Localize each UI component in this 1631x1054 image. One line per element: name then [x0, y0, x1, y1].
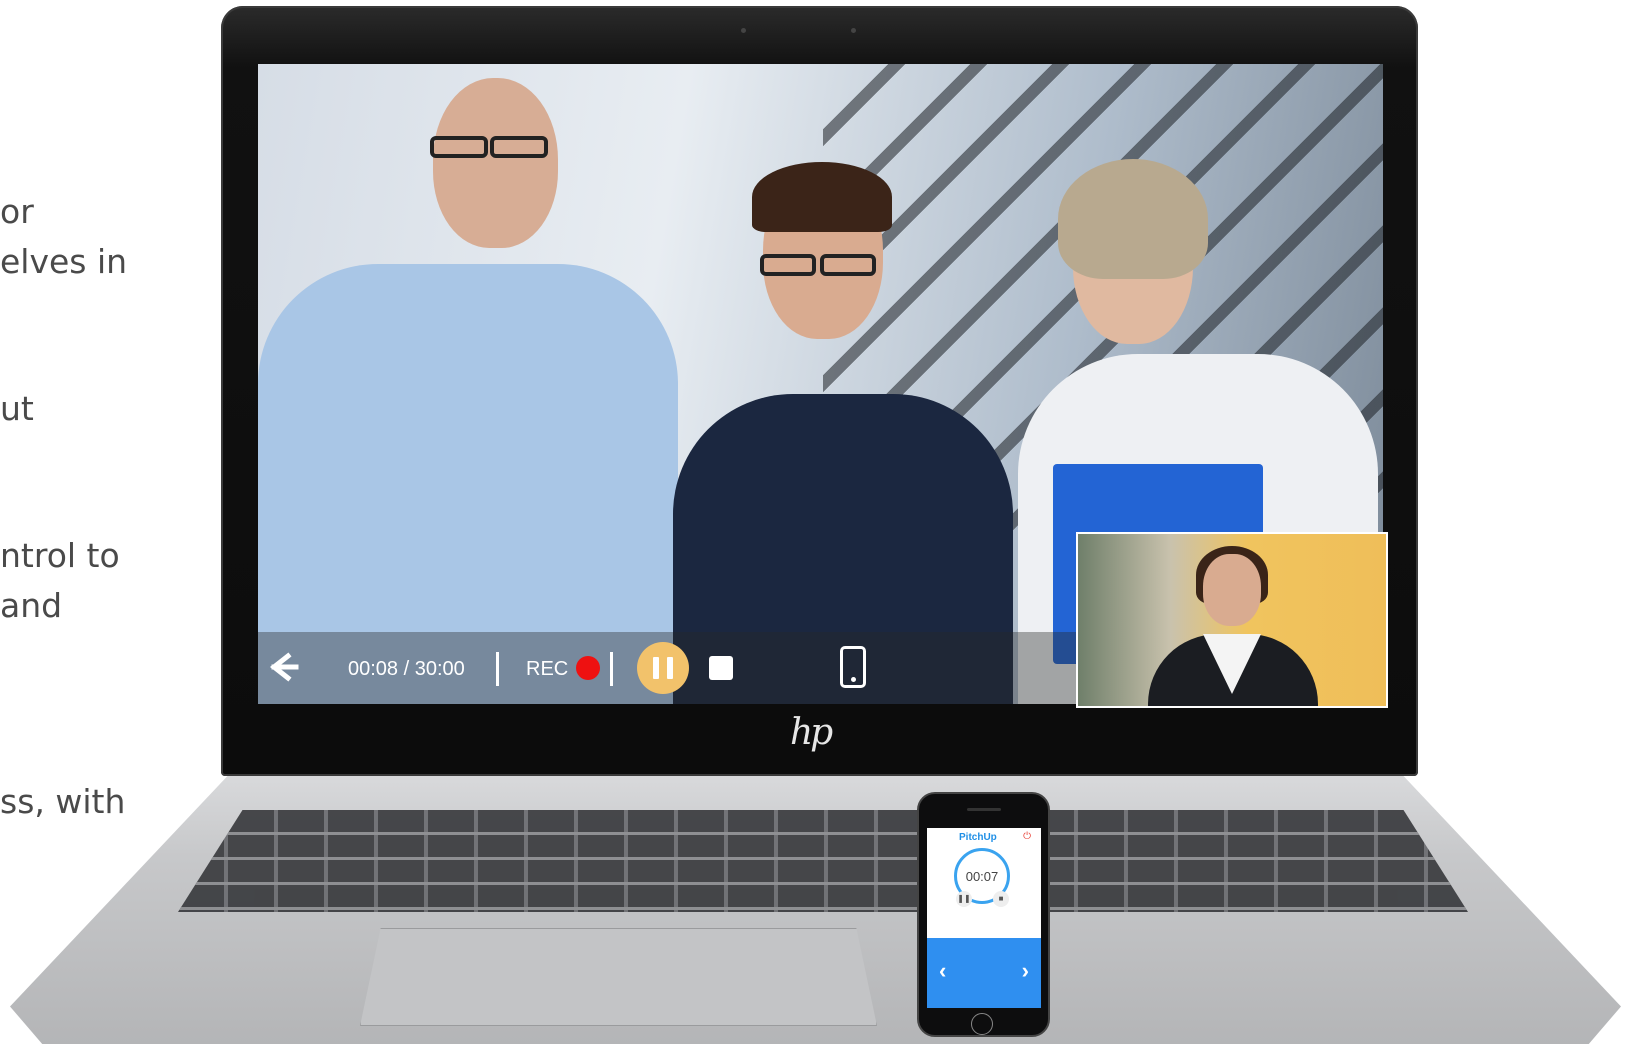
side-copy-line: ss, with	[0, 782, 126, 821]
home-button[interactable]	[971, 1013, 993, 1035]
blonde-hair	[1058, 159, 1208, 279]
next-slide-button[interactable]: ›	[1022, 958, 1029, 984]
glasses-icon	[490, 136, 548, 158]
keyboard-rows	[178, 810, 1468, 912]
glasses-icon	[430, 136, 488, 158]
record-dot-icon	[576, 656, 600, 680]
video-control-bar: 00:08 / 30:00 REC	[258, 632, 1076, 704]
divider	[496, 652, 499, 686]
stop-button[interactable]	[709, 656, 733, 680]
glasses-icon	[760, 254, 816, 276]
side-copy-line: ntrol to	[0, 536, 120, 575]
back-arrow-icon[interactable]	[266, 650, 300, 684]
pip-face	[1203, 554, 1261, 626]
pause-icon	[667, 657, 673, 679]
app-pause-button[interactable]: ❚❚	[956, 891, 972, 907]
laptop-trackpad	[360, 928, 877, 1026]
pause-button[interactable]	[637, 642, 689, 694]
webcam-icon	[741, 28, 746, 33]
power-icon[interactable]: ⏻	[1023, 831, 1031, 842]
man-head	[433, 78, 558, 248]
smartphone: PitchUp ⏻ 00:07 ❚❚ ■ ‹ ›	[917, 792, 1050, 1037]
pause-icon	[653, 657, 659, 679]
hp-logo: hp	[790, 712, 833, 753]
app-logo: PitchUp	[959, 832, 997, 843]
phone-speaker	[967, 808, 1001, 811]
slide-nav-panel: ‹ ›	[927, 938, 1041, 1008]
webcam-icon	[851, 28, 856, 33]
side-copy-line: ut	[0, 389, 34, 428]
glasses-icon	[820, 254, 876, 276]
side-copy-line: or	[0, 192, 34, 231]
prev-slide-button[interactable]: ‹	[939, 958, 946, 984]
side-copy-line: elves in	[0, 242, 128, 281]
app-timer: 00:07	[965, 869, 999, 884]
recording-time: 00:08 / 30:00	[348, 658, 465, 680]
smartphone-icon[interactable]	[840, 646, 866, 688]
divider	[610, 652, 613, 686]
phone-screen: PitchUp ⏻ 00:07 ❚❚ ■ ‹ ›	[927, 828, 1041, 1008]
rec-label: REC	[526, 658, 569, 680]
woman-hair	[752, 162, 892, 232]
app-stop-button[interactable]: ■	[993, 891, 1009, 907]
side-copy-line: and	[0, 586, 63, 625]
self-view-pip[interactable]	[1076, 532, 1388, 708]
